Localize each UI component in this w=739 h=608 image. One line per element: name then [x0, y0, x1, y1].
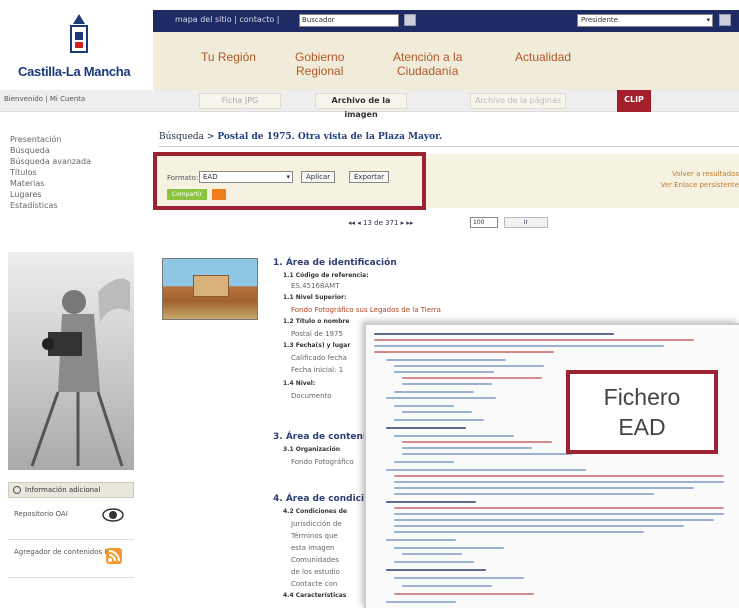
- nav-label: Tu Región: [201, 50, 256, 64]
- info-icon: [13, 486, 21, 494]
- coat-of-arms-icon: [70, 14, 88, 53]
- ead-xml-preview: [364, 323, 739, 608]
- ead-file-callout: Fichero EAD: [566, 370, 718, 454]
- field-value-link[interactable]: Fondo Fotográfico sus Legados de la Tier…: [291, 306, 441, 314]
- field-label: 1.3 Fecha(s) y lugar: [283, 342, 351, 349]
- site-logo[interactable]: Castilla-La Mancha: [0, 0, 153, 90]
- sidebar: Presentación Búsqueda Búsqueda avanzada …: [0, 112, 146, 608]
- info-heading-label: Información adicional: [25, 486, 101, 494]
- nav-label: Ciudadanía: [397, 64, 459, 78]
- site-select[interactable]: Presidente ▾: [577, 14, 713, 27]
- chevron-down-icon: ▾: [706, 16, 710, 24]
- sidebar-item-busqueda[interactable]: Búsqueda: [10, 145, 91, 156]
- nav-gobierno[interactable]: Gobierno Regional: [295, 50, 344, 78]
- nav-atencion[interactable]: Atención a la Ciudadanía: [393, 50, 462, 78]
- sidebar-item-busqueda-avanzada[interactable]: Búsqueda avanzada: [10, 156, 91, 167]
- field-value: Jurisdicción de: [291, 520, 342, 528]
- repo-oai-label: Repositorio OAI: [14, 510, 68, 518]
- highlight-box-format: [153, 152, 426, 210]
- breadcrumb[interactable]: Bienvenido | Mi Cuenta: [4, 95, 85, 103]
- top-bar: mapa del sitio | contacto | Buscador Pre…: [153, 10, 739, 32]
- nav-label: Gobierno: [295, 50, 345, 64]
- field-value: Fondo Fotográfico: [291, 458, 354, 466]
- repo-oai-box[interactable]: Repositorio OAI: [8, 502, 134, 540]
- field-value: Comunidades: [291, 556, 339, 564]
- field-value: de los estudio: [291, 568, 340, 576]
- sidebar-menu: Presentación Búsqueda Búsqueda avanzada …: [10, 134, 91, 211]
- section-heading: 3. Área de contenido: [273, 432, 379, 442]
- permalink-link[interactable]: Ver Enlace persistente: [660, 180, 739, 191]
- sidebar-item-estadisticas[interactable]: Estadísticas: [10, 200, 91, 211]
- photographer-image: [8, 252, 134, 470]
- record-thumbnail[interactable]: [162, 258, 258, 320]
- page-title: Búsqueda > Postal de 1975. Otra vista de…: [159, 132, 442, 142]
- field-label: 4.2 Condiciones de: [283, 508, 347, 515]
- rss-box[interactable]: Agregador de contenidos RSS: [8, 540, 134, 578]
- field-label: 1.4 Nivel:: [283, 380, 316, 387]
- title-prefix[interactable]: Búsqueda >: [159, 132, 214, 142]
- record-title: Postal de 1975. Otra vista de la Plaza M…: [217, 132, 443, 142]
- tab-archivo-paginas[interactable]: Archivo de la páginas: [470, 93, 566, 109]
- main-nav: Tu Región Gobierno Regional Atención a l…: [153, 32, 739, 90]
- search-button[interactable]: [404, 14, 416, 26]
- field-value: Fecha inicial: 1: [291, 366, 344, 374]
- field-label: 1.1 Nivel Superior:: [283, 294, 347, 301]
- building-shape: [193, 275, 229, 297]
- oai-icon: [102, 508, 124, 522]
- field-label: 1.1 Código de referencia:: [283, 272, 369, 279]
- field-value: Documento: [291, 392, 332, 400]
- callout-line2: EAD: [618, 414, 666, 440]
- tab-ficha[interactable]: Ficha JPG: [199, 93, 281, 109]
- result-links: Volver a resultados Ver Enlace persisten…: [660, 169, 739, 191]
- go-button[interactable]: [719, 14, 731, 26]
- sidebar-item-materias[interactable]: Materias: [10, 178, 91, 189]
- page-go-button[interactable]: Ir: [504, 217, 548, 228]
- field-label: 1.2 Título o nombre: [283, 318, 350, 325]
- clip-button[interactable]: CLIP: [617, 90, 651, 112]
- search-input[interactable]: Buscador: [299, 14, 399, 27]
- site-select-value: Presidente: [581, 16, 618, 24]
- info-heading: Información adicional: [8, 482, 134, 498]
- nav-label: Actualidad: [515, 50, 572, 64]
- nav-tu-region[interactable]: Tu Región: [201, 50, 256, 64]
- back-to-results-link[interactable]: Volver a resultados: [660, 169, 739, 180]
- field-value: Términos que: [291, 532, 338, 540]
- nav-label: Regional: [296, 64, 344, 78]
- field-value: esta imagen: [291, 544, 335, 552]
- rss-label: Agregador de contenidos RSS: [14, 548, 119, 556]
- page-input[interactable]: 100: [470, 217, 498, 228]
- field-value: ES.45168AMT: [291, 282, 340, 290]
- logo-text: Castilla-La Mancha: [18, 64, 131, 79]
- field-label: 3.1 Organización: [283, 446, 340, 453]
- callout-line1: Fichero: [603, 384, 681, 410]
- section-heading: 1. Área de identificación: [273, 258, 397, 268]
- sidebar-item-lugares[interactable]: Lugares: [10, 189, 91, 200]
- top-links[interactable]: mapa del sitio | contacto |: [175, 15, 279, 24]
- tab-archivo-imagen[interactable]: Archivo de la imagen: [315, 93, 407, 119]
- field-value: Postal de 1975: [291, 330, 343, 338]
- sub-bar: Bienvenido | Mi Cuenta Ficha JPG Archivo…: [0, 90, 739, 119]
- field-label: 4.4 Características: [283, 592, 347, 599]
- divider: [159, 146, 739, 147]
- field-value: Contacte con: [291, 580, 338, 588]
- sidebar-item-titulos[interactable]: Títulos: [10, 167, 91, 178]
- nav-actualidad[interactable]: Actualidad: [515, 50, 571, 64]
- nav-label: Atención a la: [393, 50, 463, 64]
- rss-icon: [106, 548, 122, 564]
- pager-arrows[interactable]: ◂◂ ◂ 13 de 371 ▸ ▸▸: [348, 219, 468, 227]
- field-value: Calificado fecha: [291, 354, 347, 362]
- sidebar-item-presentacion[interactable]: Presentación: [10, 134, 91, 145]
